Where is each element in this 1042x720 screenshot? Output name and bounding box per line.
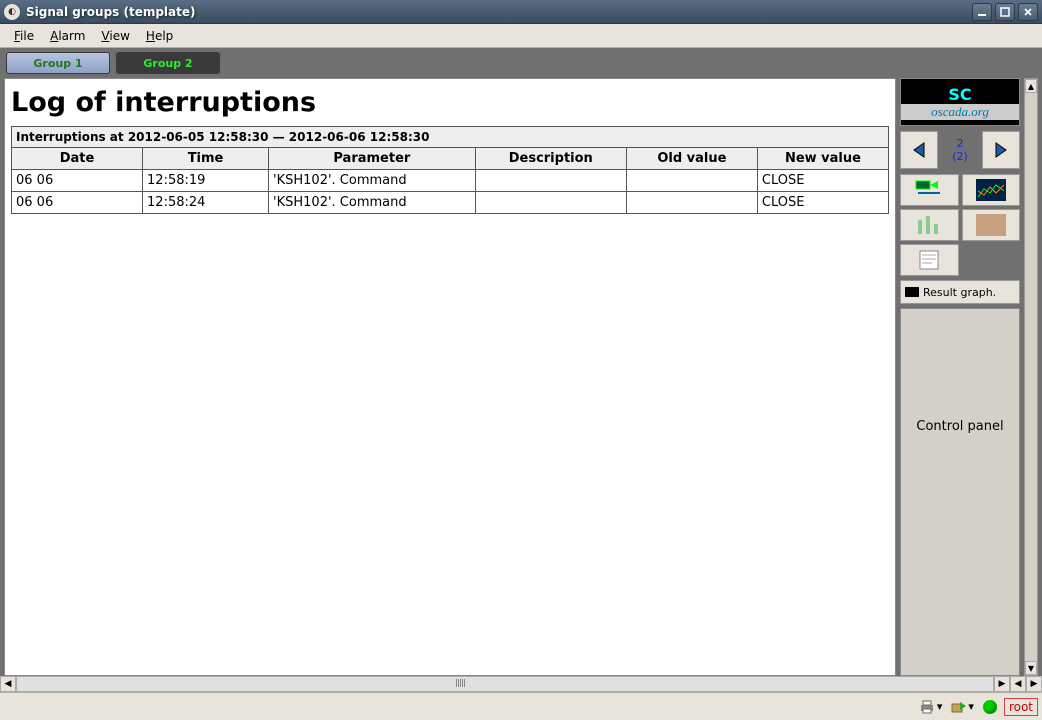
cell-old	[626, 192, 757, 214]
cell-old	[626, 170, 757, 192]
window-titlebar: ◐ Signal groups (template)	[0, 0, 1042, 24]
col-date: Date	[12, 148, 143, 170]
tool-bars-button[interactable]	[900, 209, 959, 241]
nav-page-current: 2	[940, 137, 980, 150]
document-panel: Log of interruptions Interruptions at 20…	[4, 78, 896, 676]
nav-prev-button[interactable]	[900, 131, 938, 169]
menubar: File Alarm View Help	[0, 24, 1042, 48]
app-icon: ◐	[4, 4, 20, 20]
tool-trend-button[interactable]	[962, 174, 1021, 206]
export-button[interactable]: ▾	[948, 697, 976, 717]
nav-page-indicator: 2 (2)	[940, 137, 980, 163]
dropdown-arrow-icon: ▾	[937, 700, 943, 713]
tool-page-button[interactable]	[900, 244, 959, 276]
page-icon	[914, 249, 944, 271]
printer-icon	[919, 700, 935, 714]
cell-parameter: 'KSH102'. Command	[269, 170, 476, 192]
logo-url: oscada.org	[901, 104, 1019, 120]
table-header-row: Date Time Parameter Description Old valu…	[12, 148, 889, 170]
user-indicator[interactable]: root	[1004, 698, 1038, 716]
maximize-button[interactable]	[995, 3, 1015, 21]
logo-text: SC	[948, 85, 971, 104]
close-button[interactable]	[1018, 3, 1038, 21]
cell-new: CLOSE	[757, 192, 888, 214]
hscroll-right-button[interactable]: ▶	[994, 676, 1010, 692]
result-graph-label: Result graph.	[923, 286, 996, 299]
tab-group-1[interactable]: Group 1	[6, 52, 110, 74]
tool-valve-button[interactable]	[900, 174, 959, 206]
dropdown-arrow-icon: ▾	[968, 700, 974, 713]
nav-page-total: (2)	[940, 150, 980, 163]
log-range: Interruptions at 2012-06-05 12:58:30 — 2…	[12, 127, 889, 148]
statusbar: ▾ ▾ root	[0, 692, 1042, 720]
cell-description	[475, 192, 626, 214]
col-time: Time	[143, 148, 269, 170]
status-led-button[interactable]	[980, 697, 1000, 717]
table-row: 06 06 12:58:19 'KSH102'. Command CLOSE	[12, 170, 889, 192]
cell-parameter: 'KSH102'. Command	[269, 192, 476, 214]
vertical-scrollbar[interactable]: ▲ ▼	[1024, 78, 1038, 676]
arrow-right-icon	[990, 139, 1012, 161]
tool-gradient-button[interactable]	[962, 209, 1021, 241]
print-button[interactable]: ▾	[917, 697, 945, 717]
control-panel-label: Control panel	[916, 419, 1003, 434]
oscada-logo: SC oscada.org	[900, 78, 1020, 126]
status-led-icon	[983, 700, 997, 714]
col-description: Description	[475, 148, 626, 170]
menu-file[interactable]: File	[6, 27, 42, 45]
result-graph-button[interactable]: Result graph.	[900, 280, 1020, 304]
cell-description	[475, 170, 626, 192]
window-title: Signal groups (template)	[26, 5, 972, 19]
result-graph-icon	[905, 287, 919, 297]
menu-alarm[interactable]: Alarm	[42, 27, 93, 45]
hscroll-left2-button[interactable]: ◀	[1010, 676, 1026, 692]
col-old-value: Old value	[626, 148, 757, 170]
scroll-track[interactable]	[1025, 93, 1037, 661]
side-panel: SC oscada.org 2 (2)	[900, 78, 1020, 676]
horizontal-scrollbar[interactable]: ◀ ▶ ◀ ▶	[0, 676, 1042, 692]
tab-group-2[interactable]: Group 2	[116, 52, 220, 74]
table-row: 06 06 12:58:24 'KSH102'. Command CLOSE	[12, 192, 889, 214]
export-icon	[950, 700, 966, 714]
arrow-left-icon	[908, 139, 930, 161]
group-tab-strip: Group 1 Group 2	[0, 48, 1042, 78]
minimize-button[interactable]	[972, 3, 992, 21]
scroll-up-button[interactable]: ▲	[1025, 79, 1037, 93]
cell-date: 06 06	[12, 192, 143, 214]
trend-icon	[976, 179, 1006, 201]
control-panel-area: Control panel	[900, 308, 1020, 676]
hscroll-track[interactable]	[16, 676, 994, 692]
log-title: Log of interruptions	[11, 87, 889, 118]
col-new-value: New value	[757, 148, 888, 170]
scroll-down-button[interactable]: ▼	[1025, 661, 1037, 675]
cell-time: 12:58:19	[143, 170, 269, 192]
menu-view[interactable]: View	[93, 27, 137, 45]
gradient-icon	[976, 214, 1006, 236]
cell-date: 06 06	[12, 170, 143, 192]
hscroll-right2-button[interactable]: ▶	[1026, 676, 1042, 692]
nav-next-button[interactable]	[982, 131, 1020, 169]
menu-help[interactable]: Help	[138, 27, 181, 45]
cell-time: 12:58:24	[143, 192, 269, 214]
bars-icon	[914, 214, 944, 236]
valve-icon	[914, 179, 944, 201]
hscroll-left-button[interactable]: ◀	[0, 676, 16, 692]
cell-new: CLOSE	[757, 170, 888, 192]
col-parameter: Parameter	[269, 148, 476, 170]
